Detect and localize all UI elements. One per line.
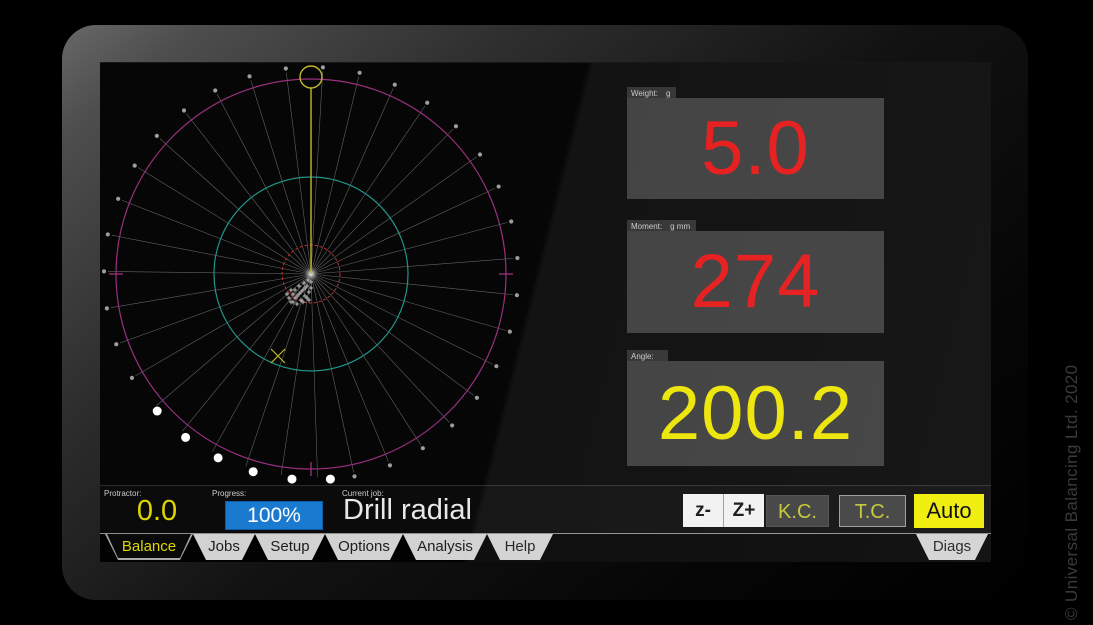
zoom-out-button[interactable]: z- bbox=[683, 494, 724, 527]
current-job-value: Drill radial bbox=[343, 494, 472, 527]
moment-display: 274 bbox=[627, 231, 884, 333]
protractor-value: 0.0 bbox=[118, 495, 196, 528]
tab-balance-label: Balance bbox=[122, 538, 176, 555]
copyright-watermark: © Universal Balancing Ltd. 2020 bbox=[1062, 290, 1082, 620]
tab-analysis[interactable]: Analysis bbox=[403, 534, 487, 560]
weight-display: 5.0 bbox=[627, 98, 884, 199]
tab-balance[interactable]: Balance bbox=[105, 534, 193, 560]
tab-bar: Balance Jobs Setup Options Analysis Help… bbox=[100, 533, 991, 562]
zoom-in-button[interactable]: Z+ bbox=[724, 494, 764, 527]
angle-display: 200.2 bbox=[627, 361, 884, 466]
auto-button[interactable]: Auto bbox=[914, 494, 984, 528]
screen: Weight: g 5.0 Moment: g mm 274 Angle: 200.… bbox=[100, 62, 991, 562]
zoom-button-group: z- Z+ bbox=[683, 494, 764, 527]
tab-help[interactable]: Help bbox=[487, 534, 553, 560]
weight-value: 5.0 bbox=[627, 98, 884, 199]
moment-value: 274 bbox=[627, 231, 884, 333]
tab-options[interactable]: Options bbox=[325, 534, 403, 560]
tab-jobs[interactable]: Jobs bbox=[193, 534, 255, 560]
progress-label: Progress: bbox=[212, 489, 246, 498]
status-bar: Protractor: 0.0 Progress: 100% Current j… bbox=[100, 485, 991, 534]
tc-button[interactable]: T.C. bbox=[839, 495, 906, 527]
progress-bar: 100% bbox=[225, 501, 323, 530]
kc-button[interactable]: K.C. bbox=[766, 495, 829, 527]
weight-label-text: Weight: bbox=[631, 89, 658, 98]
tab-diags[interactable]: Diags bbox=[916, 534, 988, 560]
weight-unit: g bbox=[666, 89, 670, 98]
angle-value: 200.2 bbox=[627, 361, 884, 466]
moment-unit: g mm bbox=[670, 222, 690, 231]
moment-label-text: Moment: bbox=[631, 222, 662, 231]
tab-setup[interactable]: Setup bbox=[255, 534, 325, 560]
angle-label-text: Angle: bbox=[631, 352, 654, 361]
